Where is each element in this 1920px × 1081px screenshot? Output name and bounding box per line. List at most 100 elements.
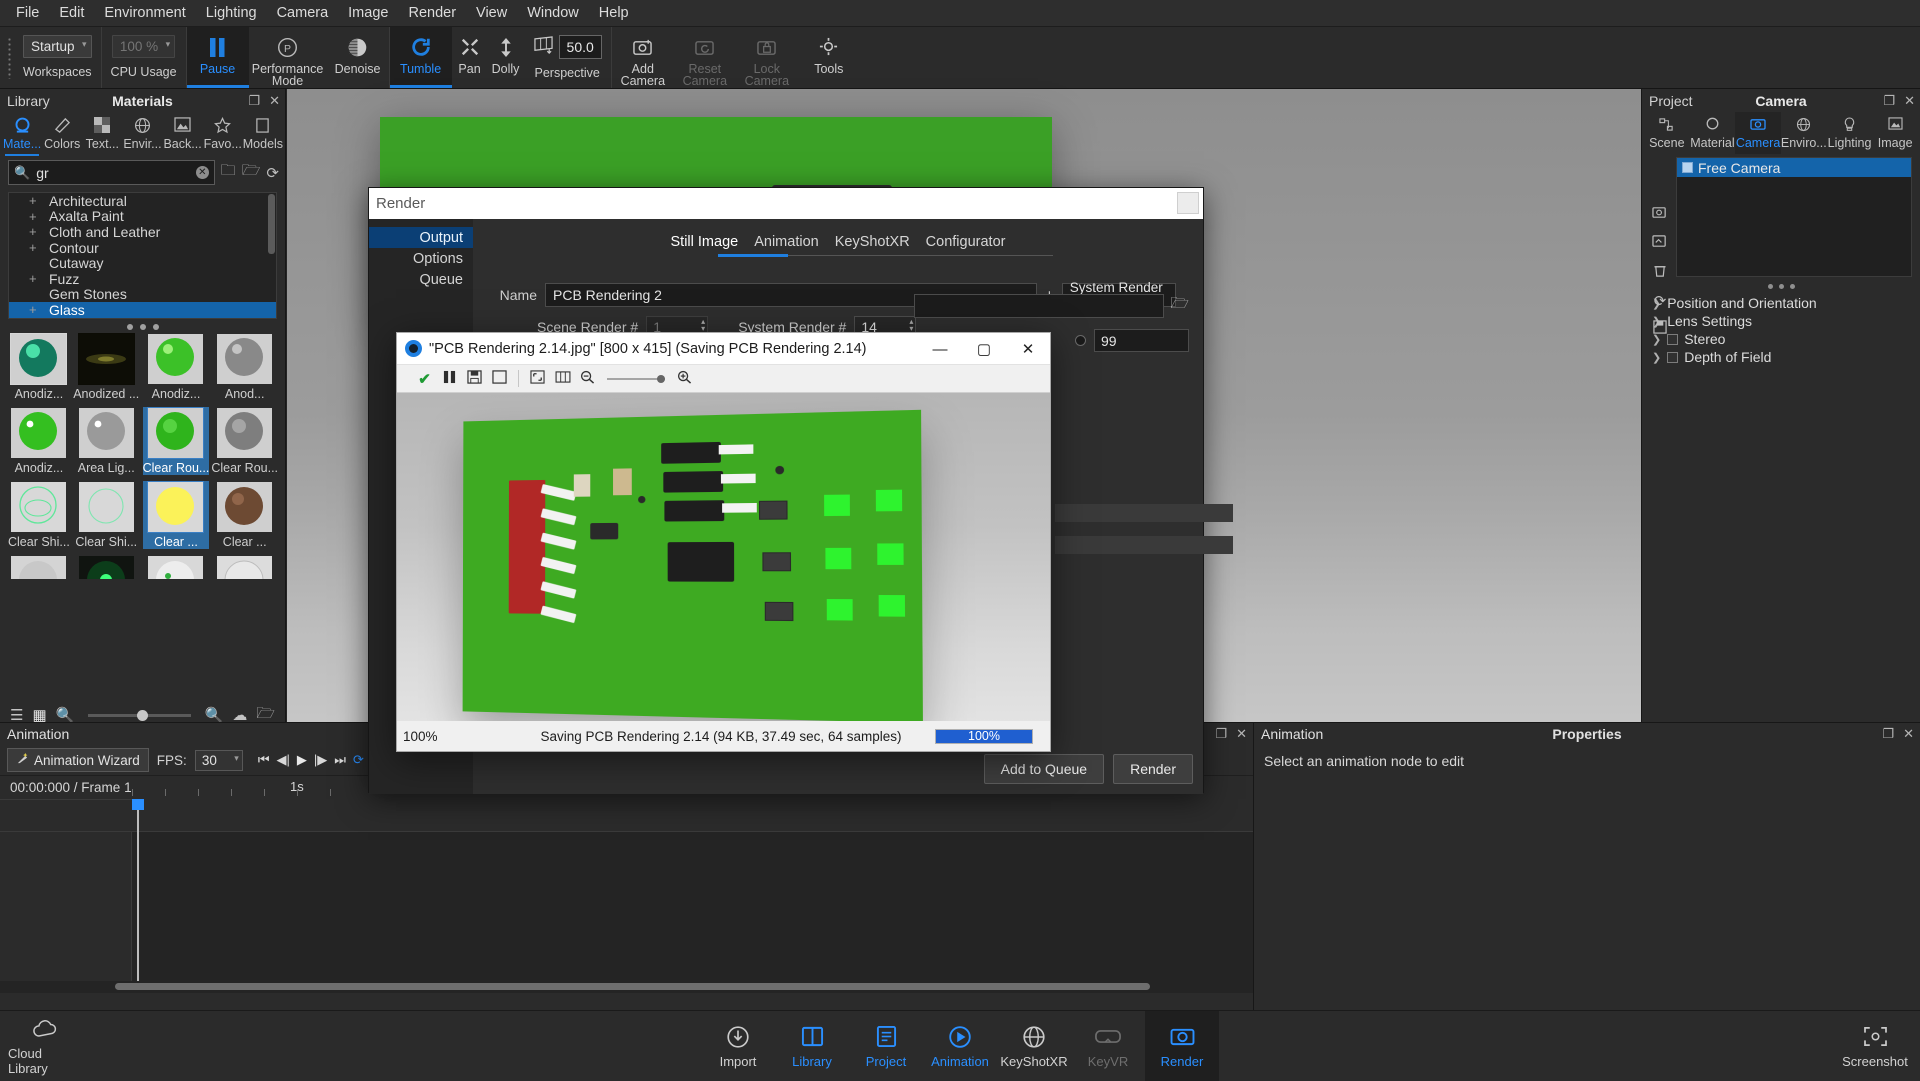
dock-button-library[interactable]: Library: [775, 1011, 849, 1081]
reset-camera-button[interactable]: Reset Camera: [674, 27, 736, 88]
add-to-queue-button[interactable]: Add to Queue: [984, 754, 1104, 784]
library-close-icon[interactable]: ✕: [269, 93, 280, 109]
add-folder-icon[interactable]: 🗀: [221, 160, 236, 185]
fit-window-icon[interactable]: [490, 370, 509, 388]
menu-item-view[interactable]: View: [466, 1, 517, 25]
step-forward-button[interactable]: |▶: [311, 750, 330, 770]
material-cell[interactable]: Contour Fl...: [72, 555, 141, 579]
workspace-selector[interactable]: Startup Workspaces: [14, 27, 101, 88]
material-cell[interactable]: Anodiz...: [8, 333, 70, 401]
animation-playhead[interactable]: [137, 807, 139, 993]
project-tab-scene[interactable]: Scene: [1644, 112, 1690, 154]
material-cell[interactable]: Emissi...: [143, 555, 210, 579]
library-tab-colors[interactable]: Colors: [42, 112, 82, 156]
performance-mode-button[interactable]: P Performance Mode: [249, 27, 327, 88]
material-category-tree[interactable]: +Architectural +Axalta Paint +Cloth and …: [8, 192, 277, 319]
menu-item-edit[interactable]: Edit: [49, 1, 94, 25]
refresh-icon[interactable]: ⟳: [1654, 292, 1667, 310]
project-tab-camera[interactable]: Camera: [1735, 112, 1781, 154]
dock-button-project[interactable]: Project: [849, 1011, 923, 1081]
zoom-out-icon[interactable]: [578, 370, 597, 388]
project-tab-material[interactable]: Material: [1690, 112, 1736, 154]
material-cell[interactable]: Anod...: [211, 333, 277, 401]
maximize-icon[interactable]: ▢: [962, 333, 1006, 365]
dock-button-keyshotxr[interactable]: KeyShotXR: [997, 1011, 1071, 1081]
open-folder-icon[interactable]: 🗁: [242, 160, 261, 185]
menu-item-camera[interactable]: Camera: [267, 1, 339, 25]
add-camera-button[interactable]: Add Camera: [612, 27, 674, 88]
screenshot-button[interactable]: Screenshot: [1838, 1011, 1912, 1081]
trash-icon[interactable]: [1653, 263, 1667, 282]
fullscreen-icon[interactable]: [528, 370, 547, 388]
tree-item-axalta-paint[interactable]: +Axalta Paint: [9, 209, 276, 225]
refresh-library-icon[interactable]: ⟳: [266, 164, 279, 182]
close-icon[interactable]: ✕: [1006, 333, 1050, 365]
menu-item-image[interactable]: Image: [338, 1, 398, 25]
pan-button[interactable]: Pan: [452, 27, 488, 88]
expand-icon[interactable]: +: [29, 240, 37, 255]
camera-add-icon[interactable]: [1652, 205, 1668, 224]
dock-button-import[interactable]: Import: [701, 1011, 775, 1081]
spinner-arrows-icon[interactable]: ▴▾: [909, 318, 913, 332]
zoom-slider[interactable]: [607, 378, 665, 380]
material-cell[interactable]: Area Lig...: [72, 407, 141, 475]
depth-of-field-checkbox[interactable]: [1667, 352, 1678, 363]
expand-icon[interactable]: +: [29, 318, 37, 319]
accordion-lens-settings[interactable]: ❯ Lens Settings: [1652, 312, 1910, 330]
animation-undock-icon[interactable]: ❐: [1215, 726, 1227, 742]
camera-list[interactable]: Free Camera: [1676, 157, 1912, 277]
render-nav-output[interactable]: Output: [369, 227, 473, 248]
project-undock-icon[interactable]: ❐: [1883, 93, 1895, 109]
material-cell[interactable]: Clear ...: [211, 481, 277, 549]
expand-icon[interactable]: +: [29, 209, 37, 224]
material-cell-selected[interactable]: Clear Rou...: [143, 407, 210, 475]
save-camera-icon[interactable]: [1653, 320, 1667, 338]
zoom-slider-knob[interactable]: [657, 375, 665, 383]
material-cell-selected[interactable]: Clear ...: [143, 481, 210, 549]
spinner-arrows-icon[interactable]: ▴▾: [701, 318, 705, 332]
material-cell[interactable]: Clear Rou...: [211, 407, 277, 475]
tree-item-light[interactable]: +Light: [9, 318, 276, 319]
render-nav-options[interactable]: Options: [369, 248, 473, 269]
animation-close-icon[interactable]: ✕: [1236, 726, 1247, 742]
cpu-usage-selector[interactable]: 100 % CPU Usage: [102, 27, 186, 88]
perspective-value-input[interactable]: 50.0: [559, 35, 602, 59]
project-tab-lighting[interactable]: Lighting: [1827, 112, 1873, 154]
render-quality-input[interactable]: 99: [1094, 329, 1189, 352]
search-input[interactable]: 🔍 gr ✕: [8, 160, 215, 185]
tree-item-cloth-and-leather[interactable]: +Cloth and Leather: [9, 224, 276, 240]
workspace-combo-value[interactable]: Startup: [23, 35, 92, 58]
render-nav-queue[interactable]: Queue: [369, 269, 473, 290]
expand-icon[interactable]: +: [29, 271, 37, 286]
denoise-button[interactable]: Denoise: [327, 27, 389, 88]
toolbar-drag-handle[interactable]: [4, 27, 14, 88]
browse-folder-icon[interactable]: 🗁: [1170, 293, 1189, 318]
menu-item-help[interactable]: Help: [589, 1, 639, 25]
clear-search-icon[interactable]: ✕: [196, 166, 209, 179]
tree-item-architectural[interactable]: +Architectural: [9, 193, 276, 209]
menu-item-file[interactable]: File: [6, 1, 49, 25]
loop-button[interactable]: ⟳: [350, 750, 367, 770]
zoom-in-icon[interactable]: [675, 370, 694, 388]
thumbnail-size-slider[interactable]: [88, 714, 190, 717]
timeline-hscrollbar[interactable]: [0, 981, 1253, 993]
project-tab-image[interactable]: Image: [1872, 112, 1918, 154]
accordion-depth-of-field[interactable]: ❯ Depth of Field: [1652, 348, 1910, 366]
material-cell[interactable]: Anodiz...: [143, 333, 210, 401]
scrollbar-thumb[interactable]: [115, 983, 1150, 990]
go-to-start-button[interactable]: ⏮: [255, 750, 273, 770]
render-dialog-titlebar[interactable]: Render: [369, 188, 1203, 219]
tools-button[interactable]: Tools: [798, 27, 860, 88]
animation-track-area[interactable]: [0, 831, 1253, 993]
render-button[interactable]: Render: [1113, 754, 1193, 784]
check-accept-icon[interactable]: ✔: [415, 370, 434, 388]
material-cell[interactable]: Conto...: [8, 555, 70, 579]
library-tab-backplates[interactable]: Back...: [163, 112, 203, 156]
image-viewer-window[interactable]: "PCB Rendering 2.14.jpg" [800 x 415] (Sa…: [396, 332, 1051, 752]
render-folder-input[interactable]: [914, 294, 1164, 318]
project-tab-environment[interactable]: Enviro...: [1781, 112, 1827, 154]
accordion-stereo[interactable]: ❯ Stereo: [1652, 330, 1910, 348]
properties-undock-icon[interactable]: ❐: [1882, 726, 1894, 742]
panel-resize-grip[interactable]: [0, 319, 285, 333]
animation-wizard-button[interactable]: Animation Wizard: [7, 748, 149, 772]
